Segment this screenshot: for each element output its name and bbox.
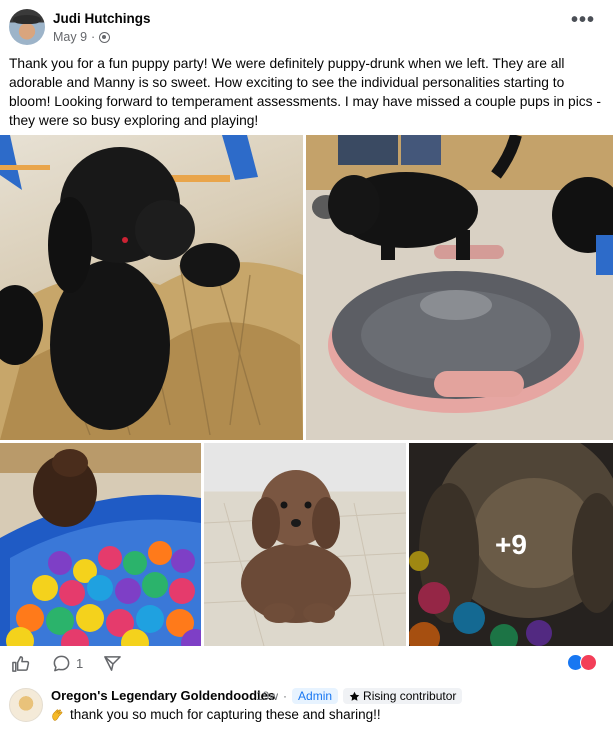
like-button[interactable] xyxy=(11,653,30,673)
post-header: Judi Hutchings May 9 · ••• xyxy=(0,0,613,52)
admin-badge: Admin xyxy=(292,688,339,704)
comment-count: 1 xyxy=(76,655,84,671)
photo-puppy-ball-pit[interactable] xyxy=(0,443,201,646)
photo-brown-puppy-lying[interactable] xyxy=(204,443,406,646)
post-meta: May 9 · xyxy=(53,30,111,44)
comment-button[interactable]: 1 xyxy=(52,653,83,673)
photo-puppy-closeup[interactable]: +9 xyxy=(409,443,613,646)
clapping-hands-icon xyxy=(52,708,63,721)
more-photos-overlay[interactable]: +9 xyxy=(409,443,613,646)
commenter-name[interactable]: Oregon's Legendary Goldendoodles xyxy=(51,688,275,703)
comment-time[interactable]: 19w xyxy=(256,689,278,703)
author-avatar[interactable] xyxy=(9,9,45,45)
commenter-avatar[interactable] xyxy=(9,688,43,722)
photo-brown-puppy-lying-art xyxy=(204,470,406,646)
share-button[interactable] xyxy=(103,653,122,673)
comment-text-row: thank you so much for capturing these an… xyxy=(51,707,381,722)
post-text: Thank you for a fun puppy party! We were… xyxy=(9,56,602,128)
rising-contributor-badge: Rising contributor xyxy=(343,688,463,704)
reaction-summary[interactable] xyxy=(567,654,599,672)
facebook-post: Judi Hutchings May 9 · ••• Thank you for… xyxy=(0,0,613,729)
comment-separator: · xyxy=(283,689,288,703)
photo-puppy-balance-disc[interactable] xyxy=(306,135,613,440)
photo-puppy-ball-pit-art xyxy=(0,443,201,646)
share-icon xyxy=(104,655,121,671)
comment-icon xyxy=(53,655,70,671)
meta-separator: · xyxy=(91,30,96,44)
post-date[interactable]: May 9 xyxy=(53,30,87,44)
comment-item: Oregon's Legendary Goldendoodles 19w · A… xyxy=(0,684,613,729)
photo-black-puppy-hay[interactable] xyxy=(0,135,303,440)
author-name[interactable]: Judi Hutchings xyxy=(53,11,151,26)
star-icon xyxy=(349,691,360,701)
globe-icon[interactable] xyxy=(99,31,111,43)
love-reaction-icon xyxy=(580,654,597,671)
comment-text: thank you so much for capturing these an… xyxy=(70,707,381,722)
post-actions-bar: 1 xyxy=(0,648,613,676)
rising-contributor-label: Rising contributor xyxy=(363,689,457,703)
comment-meta: 19w · Admin Rising contributor xyxy=(256,688,463,704)
more-options-icon[interactable]: ••• xyxy=(571,10,595,34)
thumbs-up-icon xyxy=(12,655,30,672)
photo-black-puppy-hay-art xyxy=(0,135,303,440)
photo-puppy-balance-disc-art xyxy=(312,135,613,413)
